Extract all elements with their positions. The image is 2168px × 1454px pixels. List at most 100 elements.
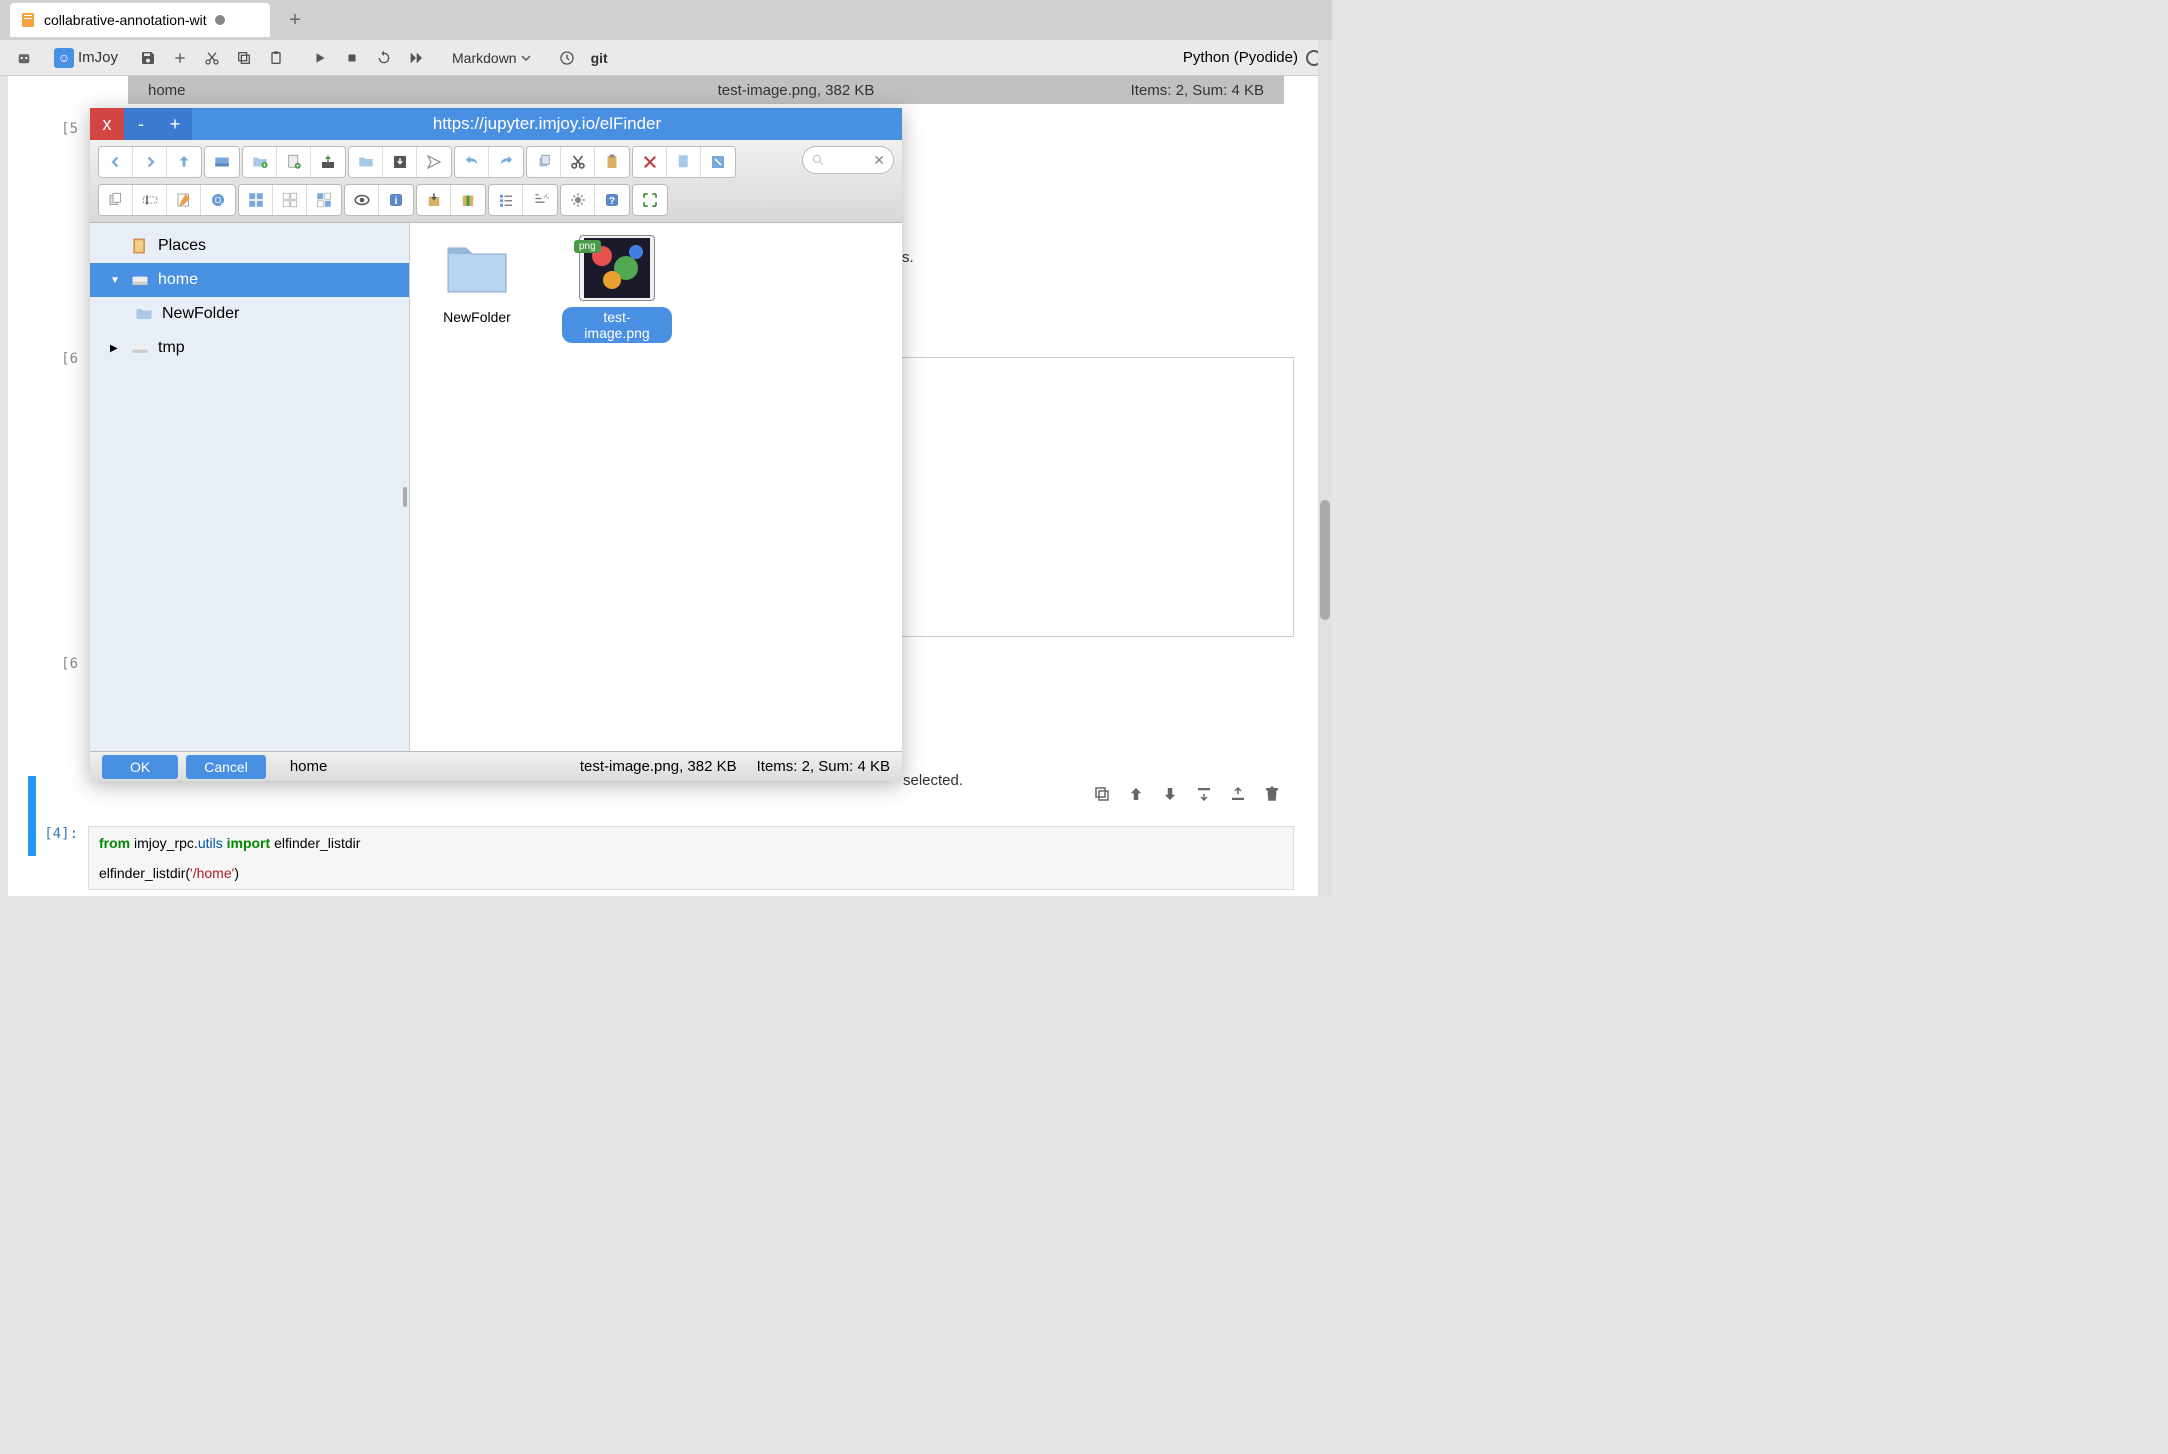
folder-icon <box>439 235 515 301</box>
netmount-button[interactable] <box>205 147 239 177</box>
download-button[interactable] <box>383 147 417 177</box>
up-button[interactable] <box>167 147 201 177</box>
delete-cell-button[interactable] <box>1260 782 1284 806</box>
view-list-button[interactable] <box>489 185 523 215</box>
undo-button[interactable] <box>455 147 489 177</box>
add-tab-button[interactable]: + <box>280 5 310 35</box>
cell-prompt: [6 <box>28 351 88 637</box>
archive-button[interactable] <box>451 185 485 215</box>
cut-button[interactable] <box>198 44 226 72</box>
run-all-button[interactable] <box>402 44 430 72</box>
move-down-button[interactable] <box>1158 782 1182 806</box>
hide-button[interactable] <box>701 147 735 177</box>
git-button[interactable]: git <box>585 50 614 66</box>
imjoy-button[interactable]: ☺ ImJoy <box>54 48 118 68</box>
duplicate-cell-button[interactable] <box>1090 782 1114 806</box>
paste-ef-button[interactable] <box>595 147 629 177</box>
maximize-button[interactable]: + <box>158 108 192 140</box>
drive-icon <box>130 338 150 358</box>
select-invert-button[interactable] <box>307 185 341 215</box>
cancel-button[interactable]: Cancel <box>186 755 266 779</box>
save-button[interactable] <box>134 44 162 72</box>
kernel-name[interactable]: Python (Pyodide) <box>1183 49 1298 66</box>
resize-button[interactable] <box>201 185 235 215</box>
edit-button[interactable] <box>167 185 201 215</box>
tree-item-tmp[interactable]: ▶ tmp <box>90 331 409 365</box>
file-label: test-image.png <box>562 307 672 343</box>
insert-below-button[interactable] <box>1226 782 1250 806</box>
select-all-button[interactable] <box>239 185 273 215</box>
insert-above-button[interactable] <box>1192 782 1216 806</box>
code-cell[interactable]: from imjoy_rpc.utils import elfinder_lis… <box>88 826 1294 890</box>
scrollbar-track[interactable] <box>1318 40 1332 896</box>
cell-prompt: [4]: <box>28 826 88 890</box>
cell-prompt: [5 <box>28 121 88 137</box>
clock-icon[interactable] <box>553 44 581 72</box>
info-button[interactable]: i <box>379 185 413 215</box>
rename-button[interactable] <box>133 185 167 215</box>
dialog-titlebar[interactable]: x - + https://jupyter.imjoy.io/elFinder <box>90 108 902 140</box>
svg-text:?: ? <box>609 195 615 207</box>
elfinder-dialog: x - + https://jupyter.imjoy.io/elFinder <box>90 108 902 781</box>
back-button[interactable] <box>99 147 133 177</box>
search-icon <box>811 153 825 167</box>
notebook-icon <box>20 12 36 28</box>
tab-bar: collabrative-annotation-wit + <box>0 0 1332 40</box>
getfile-button[interactable] <box>417 147 451 177</box>
close-button[interactable]: x <box>90 108 124 140</box>
redo-button[interactable] <box>489 147 523 177</box>
sort-button[interactable]: AZ <box>523 185 557 215</box>
new-folder-button[interactable] <box>243 147 277 177</box>
preferences-button[interactable] <box>561 185 595 215</box>
cell-type-dropdown[interactable]: Markdown <box>446 50 537 66</box>
ok-button[interactable]: OK <box>102 755 178 779</box>
robot-icon[interactable] <box>10 44 38 72</box>
svg-text:AZ: AZ <box>544 195 549 201</box>
upload-button[interactable] <box>311 147 345 177</box>
delete-button[interactable] <box>633 147 667 177</box>
new-file-button[interactable] <box>277 147 311 177</box>
image-thumbnail: png <box>579 235 655 301</box>
drive-icon <box>130 270 150 290</box>
png-badge: png <box>574 240 601 253</box>
cut-ef-button[interactable] <box>561 147 595 177</box>
extract-button[interactable] <box>417 185 451 215</box>
sidebar-resize-handle[interactable] <box>403 487 407 507</box>
tree-item-home[interactable]: ▼ home <box>90 263 409 297</box>
clear-search-button[interactable]: ✕ <box>873 152 885 169</box>
restart-button[interactable] <box>370 44 398 72</box>
select-none-button[interactable] <box>273 185 307 215</box>
copy-ef-button[interactable] <box>527 147 561 177</box>
folder-icon <box>134 304 154 324</box>
unsaved-indicator-icon <box>215 15 225 25</box>
copy-button[interactable] <box>230 44 258 72</box>
open-button[interactable] <box>349 147 383 177</box>
obscured-status-strip: home test-image.png, 382 KB Items: 2, Su… <box>128 76 1284 104</box>
forward-button[interactable] <box>133 147 167 177</box>
file-item-folder[interactable]: NewFolder <box>422 235 532 327</box>
places-icon <box>130 236 150 256</box>
partial-selected-text: selected. <box>903 772 963 789</box>
tree-item-newfolder[interactable]: NewFolder <box>90 297 409 331</box>
fullscreen-button[interactable] <box>633 185 667 215</box>
tree-expand-icon[interactable]: ▼ <box>110 275 122 286</box>
partial-output-text: s. <box>902 249 914 266</box>
tree-expand-icon[interactable]: ▶ <box>110 343 122 354</box>
move-up-button[interactable] <box>1124 782 1148 806</box>
file-item-image[interactable]: png test-image.png <box>562 235 672 343</box>
paste-button[interactable] <box>262 44 290 72</box>
run-button[interactable] <box>306 44 334 72</box>
minimize-button[interactable]: - <box>124 108 158 140</box>
empty-button[interactable] <box>667 147 701 177</box>
tab-active[interactable]: collabrative-annotation-wit <box>10 3 270 37</box>
places-header[interactable]: Places <box>90 229 409 263</box>
scrollbar-thumb[interactable] <box>1320 500 1330 620</box>
stop-button[interactable] <box>338 44 366 72</box>
help-button[interactable]: ? <box>595 185 629 215</box>
elfinder-content[interactable]: NewFolder png test-image.png <box>410 223 902 751</box>
search-box[interactable]: ✕ <box>802 146 894 174</box>
duplicate-button[interactable] <box>99 185 133 215</box>
svg-text:i: i <box>395 195 398 207</box>
add-cell-button[interactable] <box>166 44 194 72</box>
preview-button[interactable] <box>345 185 379 215</box>
